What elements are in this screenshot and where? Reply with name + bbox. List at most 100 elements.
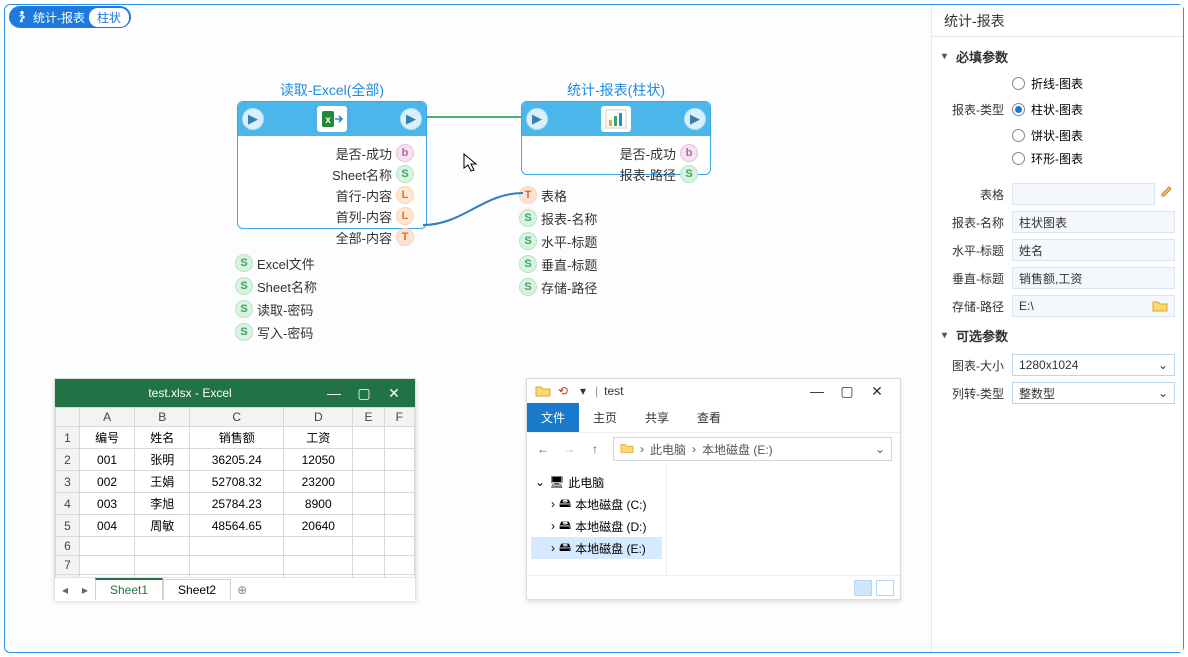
radio-bar-chart[interactable]: 柱状-图表 bbox=[1012, 98, 1175, 121]
cell[interactable] bbox=[384, 537, 414, 556]
cell[interactable]: 张明 bbox=[135, 449, 190, 471]
row-header[interactable]: 7 bbox=[56, 556, 80, 575]
nav-back-button[interactable]: ← bbox=[535, 442, 551, 456]
node-report[interactable]: 统计-报表(柱状) ▶ ▶ 是否-成功b 报表-路径S bbox=[521, 101, 711, 175]
col-header[interactable]: E bbox=[353, 408, 384, 427]
port-sheetname-in[interactable]: S bbox=[235, 277, 253, 295]
input-save-path[interactable]: E:\ bbox=[1012, 295, 1175, 317]
port-vtitle-in[interactable]: S bbox=[519, 255, 537, 273]
cell[interactable]: 姓名 bbox=[135, 427, 190, 449]
cell[interactable] bbox=[353, 471, 384, 493]
cell[interactable] bbox=[353, 493, 384, 515]
cell[interactable]: 25784.23 bbox=[190, 493, 284, 515]
explorer-tree[interactable]: ⌄🖥此电脑 ›🖴本地磁盘 (C:) ›🖴本地磁盘 (D:) ›🖴本地磁盘 (E:… bbox=[527, 465, 667, 575]
port-reportname-in[interactable]: S bbox=[519, 209, 537, 227]
breadcrumb[interactable]: 此电脑 bbox=[650, 441, 686, 458]
cell[interactable]: 002 bbox=[80, 471, 135, 493]
port-success[interactable]: b bbox=[396, 144, 414, 162]
exec-out-port[interactable]: ▶ bbox=[684, 108, 706, 130]
cell[interactable] bbox=[284, 556, 353, 575]
port-firstrow[interactable]: L bbox=[396, 186, 414, 204]
refresh-icon[interactable]: ⟲ bbox=[555, 383, 571, 399]
cell[interactable]: 003 bbox=[80, 493, 135, 515]
cell[interactable] bbox=[353, 575, 384, 578]
port-htitle-in[interactable]: S bbox=[519, 232, 537, 250]
cell[interactable]: 工资 bbox=[284, 427, 353, 449]
cell[interactable]: 23200 bbox=[284, 471, 353, 493]
port-table-in[interactable]: T bbox=[519, 186, 537, 204]
sheet-prev-button[interactable]: ◂ bbox=[55, 583, 75, 597]
tree-item[interactable]: ⌄🖥此电脑 bbox=[531, 471, 662, 493]
close-button[interactable]: ✕ bbox=[862, 383, 892, 400]
row-header[interactable]: 3 bbox=[56, 471, 80, 493]
row-header[interactable]: 4 bbox=[56, 493, 80, 515]
col-header[interactable]: D bbox=[284, 408, 353, 427]
cell[interactable] bbox=[353, 537, 384, 556]
row-header[interactable]: 6 bbox=[56, 537, 80, 556]
cell[interactable] bbox=[284, 537, 353, 556]
cell[interactable] bbox=[284, 575, 353, 578]
ribbon-tab-share[interactable]: 共享 bbox=[631, 403, 683, 432]
cell[interactable]: 周敏 bbox=[135, 515, 190, 537]
row-header[interactable]: 1 bbox=[56, 427, 80, 449]
cell[interactable]: 王娟 bbox=[135, 471, 190, 493]
tree-item[interactable]: ›🖴本地磁盘 (D:) bbox=[531, 515, 662, 537]
node-read-excel[interactable]: 读取-Excel(全部) ▶ x ▶ 是否-成功b Sheet名称S 首行-内容… bbox=[237, 101, 427, 229]
exec-out-port[interactable]: ▶ bbox=[400, 108, 422, 130]
chevron-down-icon[interactable]: ⌄ bbox=[875, 442, 885, 456]
exec-in-port[interactable]: ▶ bbox=[526, 108, 548, 130]
view-icons-button[interactable] bbox=[876, 580, 894, 596]
col-header[interactable]: C bbox=[190, 408, 284, 427]
cell[interactable] bbox=[80, 537, 135, 556]
port-readpwd[interactable]: S bbox=[235, 300, 253, 318]
cell[interactable] bbox=[190, 575, 284, 578]
cell[interactable] bbox=[353, 449, 384, 471]
input-table[interactable] bbox=[1012, 183, 1155, 205]
section-optional-header[interactable]: ▾可选参数 bbox=[940, 320, 1175, 351]
cell[interactable] bbox=[80, 556, 135, 575]
edit-icon[interactable] bbox=[1159, 183, 1175, 199]
cell[interactable] bbox=[135, 575, 190, 578]
port-reportpath[interactable]: S bbox=[680, 165, 698, 183]
breadcrumb[interactable]: 本地磁盘 (E:) bbox=[702, 441, 773, 458]
minimize-button[interactable]: — bbox=[802, 383, 832, 399]
input-report-name[interactable]: 柱状图表 bbox=[1012, 211, 1175, 233]
port-sheetname[interactable]: S bbox=[396, 165, 414, 183]
input-v-title[interactable]: 销售额,工资 bbox=[1012, 267, 1175, 289]
ribbon-tab-file[interactable]: 文件 bbox=[527, 403, 579, 432]
excel-table[interactable]: ABCDEF1编号姓名销售额工资2001张明36205.24120503002王… bbox=[55, 407, 415, 577]
section-required-header[interactable]: ▾必填参数 bbox=[940, 41, 1175, 72]
maximize-button[interactable]: ▢ bbox=[349, 385, 379, 402]
cell[interactable] bbox=[384, 449, 414, 471]
cell[interactable]: 48564.65 bbox=[190, 515, 284, 537]
row-header[interactable]: 5 bbox=[56, 515, 80, 537]
view-details-button[interactable] bbox=[854, 580, 872, 596]
cell[interactable] bbox=[80, 575, 135, 578]
col-header[interactable]: A bbox=[80, 408, 135, 427]
col-header[interactable]: B bbox=[135, 408, 190, 427]
port-allcontent[interactable]: T bbox=[396, 228, 414, 246]
exec-in-port[interactable]: ▶ bbox=[242, 108, 264, 130]
row-header[interactable]: 2 bbox=[56, 449, 80, 471]
radio-line-chart[interactable]: 折线-图表 bbox=[940, 72, 1175, 95]
cell[interactable] bbox=[384, 556, 414, 575]
sheet-tab[interactable]: Sheet2 bbox=[163, 579, 231, 600]
close-button[interactable]: ✕ bbox=[379, 385, 409, 402]
cell[interactable]: 编号 bbox=[80, 427, 135, 449]
port-writepwd[interactable]: S bbox=[235, 323, 253, 341]
tree-item[interactable]: ›🖴本地磁盘 (C:) bbox=[531, 493, 662, 515]
explorer-content[interactable] bbox=[667, 465, 900, 575]
sheet-add-button[interactable]: ⊕ bbox=[231, 583, 253, 597]
cell[interactable] bbox=[384, 515, 414, 537]
cell[interactable] bbox=[384, 493, 414, 515]
excel-grid[interactable]: ABCDEF1编号姓名销售额工资2001张明36205.24120503002王… bbox=[55, 407, 415, 577]
port-savepath-in[interactable]: S bbox=[519, 278, 537, 296]
cell[interactable]: 销售额 bbox=[190, 427, 284, 449]
cell[interactable]: 12050 bbox=[284, 449, 353, 471]
folder-icon[interactable] bbox=[1152, 299, 1168, 313]
radio-pie-chart[interactable]: 饼状-图表 bbox=[940, 124, 1175, 147]
ribbon-tab-view[interactable]: 查看 bbox=[683, 403, 735, 432]
explorer-titlebar[interactable]: ⟲ ▾ | test — ▢ ✕ bbox=[527, 379, 900, 403]
address-bar[interactable]: ›此电脑 ›本地磁盘 (E:) ⌄ bbox=[613, 437, 892, 461]
cell[interactable]: 20640 bbox=[284, 515, 353, 537]
